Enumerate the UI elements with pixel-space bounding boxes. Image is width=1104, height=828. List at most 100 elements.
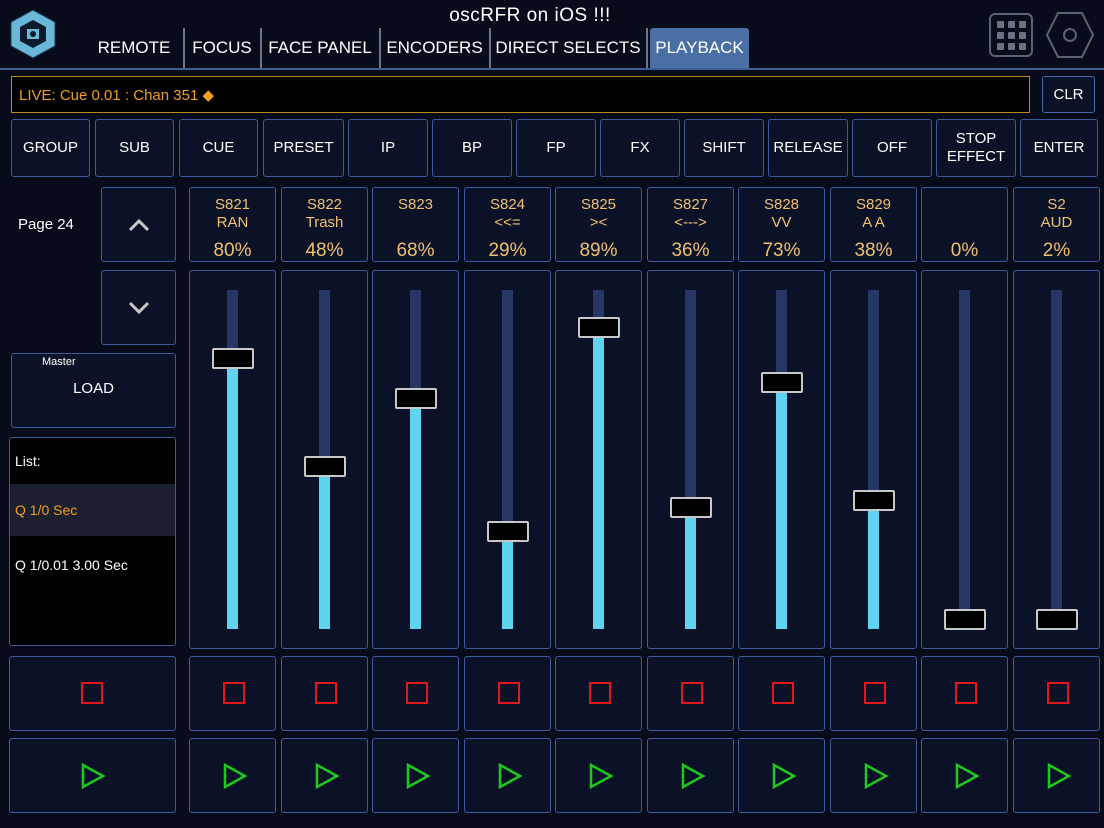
submaster-info: S824 <<= 29% — [464, 187, 551, 262]
submaster-percent: 48% — [305, 240, 344, 261]
fader-track — [959, 290, 970, 629]
key-fp[interactable]: FP — [516, 119, 596, 177]
key-enter[interactable]: ENTER — [1020, 119, 1098, 177]
play-icon — [223, 763, 248, 789]
submaster-play-button[interactable] — [189, 738, 276, 813]
submaster-label: >< — [589, 214, 608, 231]
tab-divider — [646, 28, 648, 68]
clear-button[interactable]: CLR — [1042, 76, 1095, 113]
stop-icon — [864, 682, 886, 704]
key-bp[interactable]: BP — [432, 119, 512, 177]
fader-handle[interactable] — [304, 456, 346, 477]
grid-menu-icon[interactable] — [989, 13, 1033, 57]
fader-handle[interactable] — [670, 497, 712, 518]
submaster-stop-button[interactable] — [189, 656, 276, 731]
key-ip[interactable]: IP — [348, 119, 428, 177]
key-off[interactable]: OFF — [852, 119, 932, 177]
submaster-play-button[interactable] — [281, 738, 368, 813]
play-icon — [498, 763, 523, 789]
submaster-play-button[interactable] — [555, 738, 642, 813]
key-release[interactable]: RELEASE — [768, 119, 848, 177]
tab-encoders[interactable]: ENCODERS — [381, 28, 488, 68]
fader-fill — [685, 507, 696, 629]
submaster-stop-button[interactable] — [738, 656, 825, 731]
submaster-number: S827 — [672, 196, 709, 213]
play-icon — [1047, 763, 1072, 789]
master-play-button[interactable] — [9, 738, 176, 813]
fader-handle[interactable] — [853, 490, 895, 511]
submaster-stop-button[interactable] — [281, 656, 368, 731]
submaster-info: S2 AUD 2% — [1013, 187, 1100, 262]
fader-fill — [868, 500, 879, 629]
submaster-stop-button[interactable] — [372, 656, 459, 731]
submaster-number: S824 — [489, 196, 526, 213]
submaster-info: S829 A A 38% — [830, 187, 917, 262]
command-line-display: LIVE: Cue 0.01 : Chan 351 ◆ — [11, 76, 1030, 113]
submaster-label: <---> — [674, 214, 707, 231]
cue-list[interactable]: List: Q 1/0 Sec Q 1/0.01 3.00 Sec — [9, 437, 176, 646]
tab-remote[interactable]: REMOTE — [86, 28, 182, 68]
submaster-play-button[interactable] — [372, 738, 459, 813]
key-stop-effect[interactable]: STOP EFFECT — [936, 119, 1016, 177]
submaster-play-button[interactable] — [647, 738, 734, 813]
settings-hex-icon[interactable] — [1045, 11, 1095, 59]
submaster-stop-button[interactable] — [555, 656, 642, 731]
submaster-number: S822 — [306, 196, 343, 213]
fader-handle[interactable] — [761, 372, 803, 393]
submaster-label: A A — [862, 214, 885, 231]
fader-handle[interactable] — [578, 317, 620, 338]
fader-fill — [593, 327, 604, 629]
play-icon — [81, 763, 106, 789]
fader-handle[interactable] — [487, 521, 529, 542]
key-shift[interactable]: SHIFT — [684, 119, 764, 177]
submaster-info: S827 <---> 36% — [647, 187, 734, 262]
submaster-play-button[interactable] — [738, 738, 825, 813]
submaster-play-button[interactable] — [1013, 738, 1100, 813]
key-fx[interactable]: FX — [600, 119, 680, 177]
submaster-play-button[interactable] — [464, 738, 551, 813]
key-group[interactable]: GROUP — [11, 119, 90, 177]
tab-direct-selects[interactable]: DIRECT SELECTS — [491, 28, 645, 68]
fader-handle[interactable] — [212, 348, 254, 369]
submaster-number: S823 — [397, 196, 434, 213]
submaster-label: RAN — [216, 214, 249, 231]
submaster-percent: 36% — [671, 240, 710, 261]
submaster-percent: 89% — [579, 240, 618, 261]
key-preset[interactable]: PRESET — [263, 119, 344, 177]
fader-handle[interactable] — [1036, 609, 1078, 630]
stop-icon — [681, 682, 703, 704]
fader-handle[interactable] — [395, 388, 437, 409]
submaster-stop-button[interactable] — [647, 656, 734, 731]
stop-icon — [1047, 682, 1069, 704]
submaster-stop-button[interactable] — [921, 656, 1008, 731]
cue-list-item[interactable]: Q 1/0.01 3.00 Sec — [10, 538, 175, 592]
play-icon — [315, 763, 340, 789]
cue-list-item-selected[interactable]: Q 1/0 Sec — [10, 484, 175, 536]
page-down-button[interactable] — [101, 270, 176, 345]
play-icon — [406, 763, 431, 789]
submaster-label: VV — [771, 214, 792, 231]
submaster-play-button[interactable] — [921, 738, 1008, 813]
tab-focus[interactable]: FOCUS — [185, 28, 259, 68]
submaster-stop-button[interactable] — [830, 656, 917, 731]
submaster-play-button[interactable] — [830, 738, 917, 813]
play-icon — [864, 763, 889, 789]
header-divider — [0, 68, 1104, 70]
page-up-button[interactable] — [101, 187, 176, 262]
submaster-stop-button[interactable] — [1013, 656, 1100, 731]
submaster-stop-button[interactable] — [464, 656, 551, 731]
play-icon — [681, 763, 706, 789]
key-cue[interactable]: CUE — [179, 119, 258, 177]
submaster-info: S822 Trash 48% — [281, 187, 368, 262]
stop-icon — [81, 682, 103, 704]
submaster-info: 0% — [921, 187, 1008, 262]
play-icon — [772, 763, 797, 789]
tab-face-panel[interactable]: FACE PANEL — [262, 28, 378, 68]
chevron-up-icon — [128, 218, 150, 232]
master-stop-button[interactable] — [9, 656, 176, 731]
fader-handle[interactable] — [944, 609, 986, 630]
key-sub[interactable]: SUB — [95, 119, 174, 177]
tab-playback[interactable]: PLAYBACK — [650, 28, 749, 68]
fader-fill — [502, 531, 513, 629]
stop-icon — [223, 682, 245, 704]
